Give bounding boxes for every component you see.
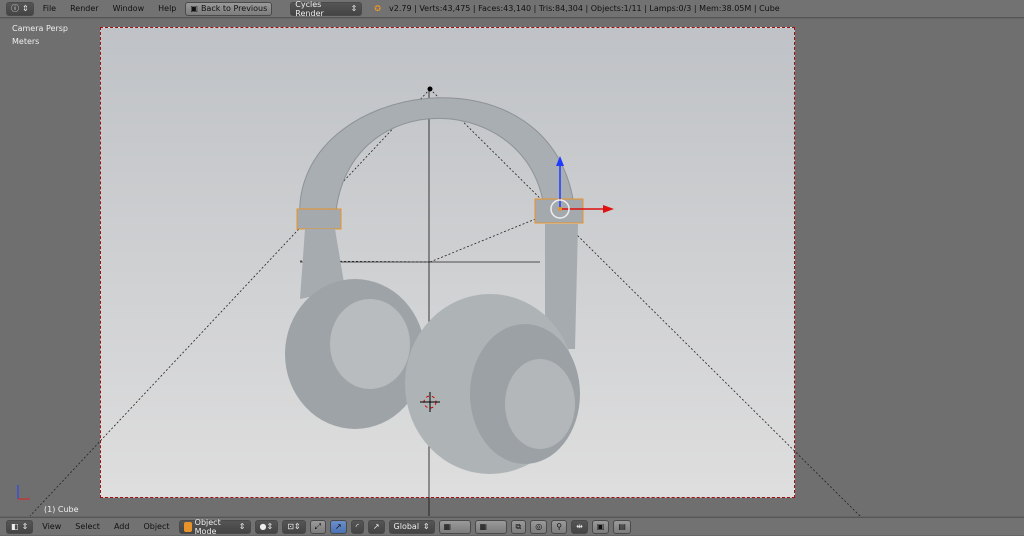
editor-type-button[interactable]: ⓘ ⇕ <box>6 1 34 16</box>
scene-svg <box>17 86 861 516</box>
camera-target-dot <box>427 86 433 92</box>
rotate-manipulator-button[interactable]: ◜ <box>350 519 364 534</box>
units-label: Meters <box>12 37 40 46</box>
transform-manipulator[interactable] <box>550 156 614 219</box>
render-preview-button[interactable]: ▣ <box>591 519 610 534</box>
orientation-label: Global <box>393 522 420 531</box>
proportional-edit-button[interactable]: ◎ <box>530 519 548 534</box>
snap-toggle-button[interactable]: ⚲ <box>551 519 568 534</box>
editor-type-button[interactable]: ◧ ⇕ <box>6 519 34 534</box>
viewport-shading-select[interactable]: ●⇕ <box>254 519 279 534</box>
menu-file[interactable]: File <box>38 4 61 13</box>
headphones-model <box>285 97 584 474</box>
menu-help[interactable]: Help <box>153 4 181 13</box>
render-engine-select[interactable]: Cycles Render ⇕ <box>290 0 363 18</box>
menu-window[interactable]: Window <box>108 4 150 13</box>
selected-slider-right <box>534 198 584 224</box>
snap-element-select[interactable]: ⇹ <box>571 519 588 534</box>
layers-group-1[interactable]: ▦ <box>438 519 471 534</box>
axis-gizmo-icon <box>17 485 30 500</box>
back-to-previous-button[interactable]: ▣ Back to Previous <box>185 1 273 16</box>
menu-select[interactable]: Select <box>70 522 105 531</box>
back-label: Back to Previous <box>200 4 268 13</box>
mode-select[interactable]: Object Mode ⇕ <box>178 517 251 536</box>
pivot-select[interactable]: ⊡⇕ <box>282 519 306 534</box>
active-object-label: (1) Cube <box>44 505 79 514</box>
render-animation-button[interactable]: ▤ <box>613 519 631 534</box>
scale-manipulator-button[interactable]: ↗ <box>367 519 385 534</box>
lock-camera-button[interactable]: ⧉ <box>510 519 527 534</box>
3d-view-header: ◧ ⇕ View Select Add Object Object Mode ⇕ ●… <box>0 517 1024 536</box>
menu-render[interactable]: Render <box>65 4 103 13</box>
view-name-label: Camera Persp <box>12 24 68 33</box>
object-mode-icon <box>183 521 192 532</box>
menu-view[interactable]: View <box>37 522 66 531</box>
menu-add[interactable]: Add <box>109 522 135 531</box>
translate-manipulator-button[interactable]: ↗ <box>330 519 347 534</box>
menu-object[interactable]: Object <box>138 522 174 531</box>
info-icon: ⓘ <box>11 4 19 13</box>
manipulator-toggle[interactable]: ⤢ <box>309 519 326 534</box>
info-header: ⓘ ⇕ File Render Window Help ▣ Back to Prev… <box>0 0 1024 18</box>
blender-logo-icon: ✪ <box>374 4 381 13</box>
orientation-select[interactable]: Global ⇕ <box>388 519 435 534</box>
scene-stats: v2.79 | Verts:43,475 | Faces:43,140 | Tr… <box>389 4 780 13</box>
screen-icon: ▣ <box>190 4 198 13</box>
cube-view-icon: ◧ <box>11 522 19 531</box>
mode-label: Object Mode <box>194 517 221 536</box>
render-engine-label: Cycles Render <box>295 0 324 18</box>
selected-slider-left <box>296 208 342 230</box>
layers-group-2[interactable]: ▦ <box>474 519 507 534</box>
3d-viewport[interactable]: Camera Persp Meters (1) Cube <box>0 19 1024 516</box>
